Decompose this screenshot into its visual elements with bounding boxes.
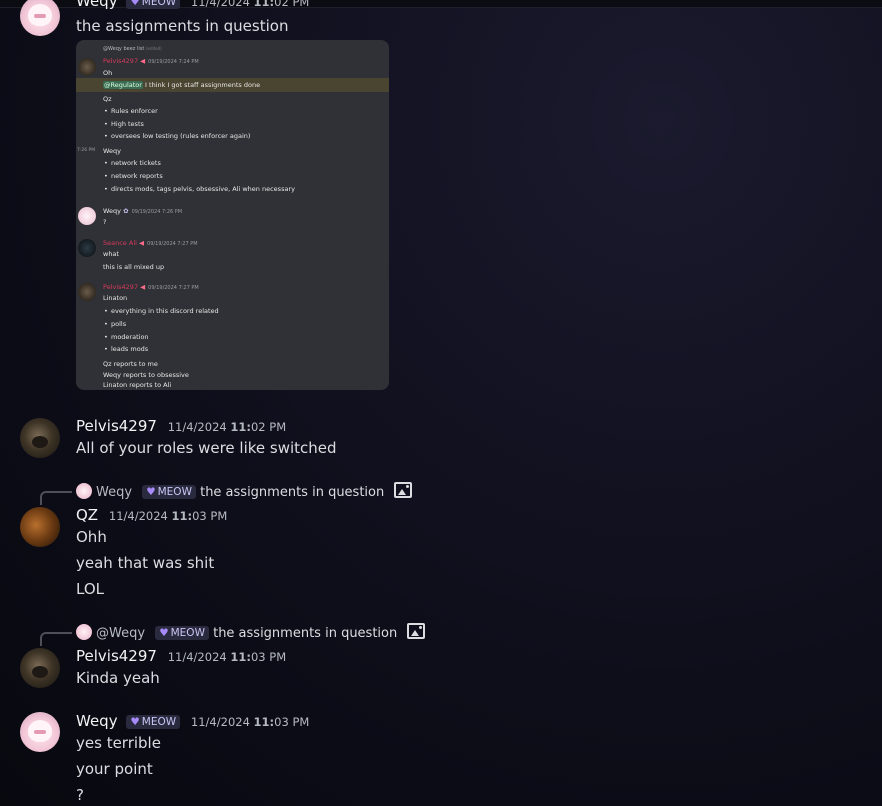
embedded-text: ? <box>103 218 107 226</box>
embedded-text: @Regulator I think I got staff assignmen… <box>103 81 261 89</box>
message-text: yes terrible <box>76 734 161 752</box>
role-badge[interactable]: ♥ MEOW <box>126 715 181 729</box>
embedded-bullet: Rules enforcer <box>104 107 158 115</box>
heart-icon: ♥ <box>130 716 140 728</box>
author-name[interactable]: Weqy <box>76 0 118 10</box>
reply-text: Weqy ♥ MEOW the assignments in question <box>96 482 413 500</box>
embedded-text: Weqy <box>103 147 122 155</box>
reply-text: @Weqy ♥ MEOW the assignments in question <box>96 623 426 641</box>
author-name[interactable]: Pelvis4297 <box>76 647 157 665</box>
reply-avatar <box>76 483 92 499</box>
embedded-bullet: directs mods, tags pelvis, obsessive, Al… <box>104 185 295 193</box>
author-name[interactable]: Pelvis4297 <box>76 417 157 435</box>
embedded-author: Pelvis4297 ◀ 09/19/2024 7:24 PM <box>103 57 199 65</box>
reply-spine <box>40 632 72 646</box>
embedded-bullet: moderation <box>104 333 148 341</box>
role-badge: ♥ MEOW <box>155 626 209 640</box>
author-name[interactable]: Weqy <box>76 712 118 730</box>
embedded-text: Linaton <box>103 294 128 302</box>
embedded-avatar <box>78 239 96 257</box>
reply-preview[interactable]: @Weqy ♥ MEOW the assignments in question <box>40 622 640 646</box>
timestamp: 11/4/2024 11:03 PM <box>190 715 310 729</box>
avatar[interactable] <box>20 648 60 688</box>
message-header: Pelvis4297 11/4/2024 11:03 PM <box>76 647 286 665</box>
message-text: yeah that was shit <box>76 554 215 572</box>
embedded-author: Pelvis4297 ◀ 09/19/2024 7:27 PM <box>103 283 199 291</box>
embedded-bullet: network reports <box>104 172 163 180</box>
embedded-text: this is all mixed up <box>103 263 165 271</box>
embedded-author: Seance Ali ◀ 09/19/2024 7:27 PM <box>103 239 198 247</box>
embedded-text: Qz reports to me <box>103 360 158 368</box>
embedded-text: Qz <box>103 95 112 103</box>
avatar[interactable] <box>20 418 60 458</box>
timestamp: 11/4/2024 11:03 PM <box>108 509 228 523</box>
embedded-bullet: High tests <box>104 120 144 128</box>
embedded-side-time: 7:26 PM <box>77 148 96 153</box>
author-name[interactable]: QZ <box>76 506 98 524</box>
message-text: the assignments in question <box>76 17 289 35</box>
embedded-bullet: leads mods <box>104 345 148 353</box>
timestamp: 11/4/2024 11:02 PM <box>190 0 310 9</box>
embedded-bullet: everything in this discord related <box>104 307 219 315</box>
message-header: Weqy ♥ MEOW 11/4/2024 11:03 PM <box>76 712 309 730</box>
image-attachment[interactable]: @Weqy beez list (edited) Pelvis4297 ◀ 09/… <box>76 40 389 390</box>
message-text: All of your roles were like switched <box>76 439 337 457</box>
message-text: your point <box>76 760 153 778</box>
heart-icon: ♥ <box>146 486 156 498</box>
timestamp: 11/4/2024 11:02 PM <box>167 420 287 434</box>
avatar[interactable] <box>20 712 60 752</box>
reply-spine <box>40 491 72 505</box>
avatar[interactable] <box>20 507 60 547</box>
message-header: QZ 11/4/2024 11:03 PM <box>76 506 227 524</box>
heart-icon: ♥ <box>130 0 140 8</box>
message-header: Pelvis4297 11/4/2024 11:02 PM <box>76 417 286 435</box>
embedded-text: what <box>103 250 119 258</box>
embedded-text: Weqy reports to obsessive <box>103 371 189 379</box>
embedded-text: Linaton reports to Ali <box>103 381 172 389</box>
embedded-reply-reference: @Weqy beez list (edited) <box>103 46 162 52</box>
message-text: Ohh <box>76 528 107 546</box>
message-text: Kinda yeah <box>76 669 160 687</box>
role-badge[interactable]: ♥ MEOW <box>126 0 181 9</box>
embedded-author: Weqy ✿ 09/19/2024 7:26 PM <box>103 207 183 215</box>
embedded-bullet: oversees low testing (rules enforcer aga… <box>104 132 250 140</box>
embedded-avatar <box>78 58 96 76</box>
reply-avatar <box>76 624 92 640</box>
reply-preview[interactable]: Weqy ♥ MEOW the assignments in question <box>40 481 640 505</box>
role-badge: ♥ MEOW <box>142 485 196 499</box>
embedded-bullet: polls <box>104 320 126 328</box>
avatar[interactable] <box>20 0 60 36</box>
embedded-avatar <box>78 283 96 301</box>
message-header: Weqy ♥ MEOW 11/4/2024 11:02 PM <box>76 0 309 10</box>
embedded-avatar <box>78 207 96 225</box>
message-text: LOL <box>76 580 104 598</box>
embedded-bullet: network tickets <box>104 159 161 167</box>
message-text: ? <box>76 786 84 804</box>
timestamp: 11/4/2024 11:03 PM <box>167 650 287 664</box>
heart-icon: ♥ <box>159 627 169 639</box>
image-icon <box>407 623 426 639</box>
image-icon <box>394 482 413 498</box>
embedded-text: Oh <box>103 69 113 77</box>
